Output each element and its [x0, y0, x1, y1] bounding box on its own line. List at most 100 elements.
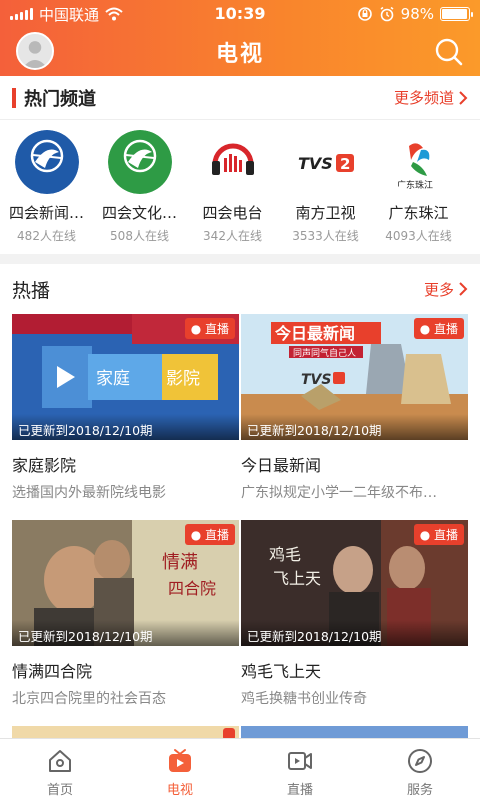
- program-thumbnail: 情满 四合院 ● 直播 已更新到2018/12/10期: [12, 520, 239, 646]
- program-card[interactable]: 鸡毛 飞上天 ● 直播 已更新到2018/12/10期 鸡毛飞上天 鸡毛换糖书创…: [241, 520, 468, 708]
- channel-item[interactable]: 四会文化… 508人在线: [93, 130, 186, 244]
- live-badge-label: 直播: [433, 528, 458, 542]
- channel-item[interactable]: 四会电台 342人在线: [186, 130, 279, 244]
- svg-text:飞上天: 飞上天: [273, 569, 321, 588]
- carrier-label: 中国联通: [39, 5, 100, 24]
- wifi-icon: [105, 7, 123, 21]
- signal-icon: [10, 8, 33, 20]
- more-hot-label: 更多: [423, 280, 454, 299]
- compass-icon: [408, 749, 432, 773]
- more-channels-label: 更多频道: [393, 89, 454, 107]
- update-caption: 已更新到2018/12/10期: [241, 620, 468, 646]
- svg-text:影院: 影院: [166, 369, 200, 389]
- section-marker: [12, 87, 16, 108]
- hot-broadcast-section: 热播 更多 家庭 影院 ● 直播 已更新到2018/12/10期 家庭影院 选播…: [0, 264, 480, 738]
- program-desc: 广东拟规定小学一二年级不布…: [241, 485, 437, 501]
- program-card[interactable]: 情满 四合院 ● 直播 已更新到2018/12/10期 情满四合院 北京四合院里…: [12, 520, 239, 708]
- bottom-tab-bar: 首页 电视 直播 服务: [0, 738, 480, 800]
- channel-name: 南方卫视: [295, 204, 356, 222]
- program-thumbnail: 鸡毛 飞上天 ● 直播 已更新到2018/12/10期: [241, 520, 468, 646]
- page-title: 电视: [215, 42, 264, 67]
- battery-icon: [440, 7, 473, 21]
- update-caption: 已更新到2018/12/10期: [12, 620, 239, 646]
- program-card-partial[interactable]: [241, 726, 468, 738]
- program-title: 情满四合院: [12, 662, 93, 681]
- channel-online: 508人在线: [110, 229, 169, 243]
- shrtv-logo: [14, 130, 79, 194]
- program-desc: 鸡毛换糖书创业传奇: [241, 691, 367, 707]
- live-badge: ● 直播: [413, 318, 464, 339]
- chevron-right-icon: [459, 282, 468, 296]
- tab-label: 电视: [166, 783, 193, 798]
- tvs2-logo: TVS 2: [293, 130, 358, 194]
- channel-online: 482人在线: [17, 229, 76, 243]
- tv-icon: [169, 749, 191, 772]
- live-badge: ● 直播: [184, 524, 235, 545]
- tab-label: 直播: [286, 783, 313, 798]
- channel-item[interactable]: 四会新闻… 482人在线: [0, 130, 93, 244]
- program-thumbnail-partial: [12, 726, 239, 738]
- channel-item[interactable]: TVS 2 南方卫视 3533人在线: [279, 130, 372, 244]
- live-badge-label: 直播: [433, 322, 458, 336]
- live-camera-icon: [288, 752, 312, 770]
- hot-channels-heading: 热门频道: [12, 85, 96, 111]
- live-badge: ● 直播: [184, 318, 235, 339]
- hot-heading: 热播: [12, 276, 50, 303]
- svg-text:情满: 情满: [162, 552, 198, 573]
- hot-channels-section: 热门频道 更多频道 四会新闻… 482人在线 四会文化… 508人在线 四会电台…: [0, 76, 480, 254]
- status-bar: 中国联通 10:39 98%: [0, 0, 480, 28]
- tab-label: 首页: [46, 783, 73, 798]
- guangdong-zhujiang-logo: 广东珠江: [386, 130, 451, 194]
- home-icon: [49, 750, 71, 772]
- svg-text:四合院: 四合院: [168, 579, 216, 598]
- svg-text:鸡毛: 鸡毛: [269, 545, 301, 564]
- program-thumbnail: 今日最新闻 同声同气自己人 TVS ● 直播 已更新到2018/12/10期: [241, 314, 468, 440]
- avatar[interactable]: [16, 32, 54, 70]
- program-desc: 选播国内外最新院线电影: [12, 485, 166, 501]
- channel-item[interactable]: 广东珠江 广东珠江 4093人在线: [372, 130, 465, 244]
- tab-live[interactable]: 直播: [240, 739, 360, 800]
- shrtv-logo: [107, 130, 172, 194]
- svg-text:家庭: 家庭: [96, 369, 130, 389]
- program-title: 鸡毛飞上天: [241, 662, 322, 681]
- tab-tv[interactable]: 电视: [120, 739, 240, 800]
- chevron-right-icon: [459, 90, 468, 105]
- alarm-icon: [380, 6, 394, 22]
- live-badge-label: 直播: [204, 322, 229, 336]
- rotation-lock-icon: [357, 7, 372, 21]
- program-title: 家庭影院: [12, 456, 77, 475]
- program-card-partial[interactable]: [12, 726, 239, 738]
- program-thumbnail: 家庭 影院 ● 直播 已更新到2018/12/10期: [12, 314, 239, 440]
- channel-name: 四会电台: [202, 204, 263, 222]
- program-thumbnail-partial: [241, 726, 468, 738]
- tab-service[interactable]: 服务: [360, 739, 480, 800]
- search-icon[interactable]: [434, 37, 464, 67]
- channel-list: 四会新闻… 482人在线 四会文化… 508人在线 四会电台 342人在线 TV…: [0, 120, 480, 244]
- channel-item-partial[interactable]: [465, 130, 480, 244]
- svg-text:今日最新闻: 今日最新闻: [274, 324, 355, 343]
- hot-title: 热播: [12, 279, 51, 302]
- svg-text:2: 2: [340, 155, 350, 173]
- radio-logo: [200, 130, 265, 194]
- hot-channels-title: 热门频道: [24, 88, 96, 110]
- channel-name: 四会新闻…: [8, 204, 84, 222]
- more-channels-link[interactable]: 更多频道: [394, 87, 468, 108]
- program-desc: 北京四合院里的社会百态: [12, 691, 166, 707]
- channel-online: 4093人在线: [385, 229, 452, 243]
- svg-text:TVS: TVS: [301, 372, 331, 388]
- hot-header: 热播 更多: [0, 264, 480, 314]
- battery-percent: 98%: [400, 5, 434, 23]
- program-card[interactable]: 家庭 影院 ● 直播 已更新到2018/12/10期 家庭影院 选播国内外最新院…: [12, 314, 239, 502]
- program-title: 今日最新闻: [241, 456, 322, 475]
- user-icon: [18, 34, 52, 68]
- channel-name: 广东珠江: [388, 204, 449, 222]
- program-card[interactable]: 今日最新闻 同声同气自己人 TVS ● 直播 已更新到2018/12/10期 今…: [241, 314, 468, 502]
- tab-home[interactable]: 首页: [0, 739, 120, 800]
- update-caption: 已更新到2018/12/10期: [12, 414, 239, 440]
- channel-name: 四会文化…: [101, 204, 177, 222]
- svg-text:同声同气自己人: 同声同气自己人: [293, 347, 356, 359]
- more-hot-link[interactable]: 更多: [424, 279, 468, 300]
- svg-text:TVS: TVS: [298, 154, 333, 173]
- app-header: 中国联通 10:39 98% 电视: [0, 0, 480, 76]
- nav-bar: 电视: [0, 28, 480, 76]
